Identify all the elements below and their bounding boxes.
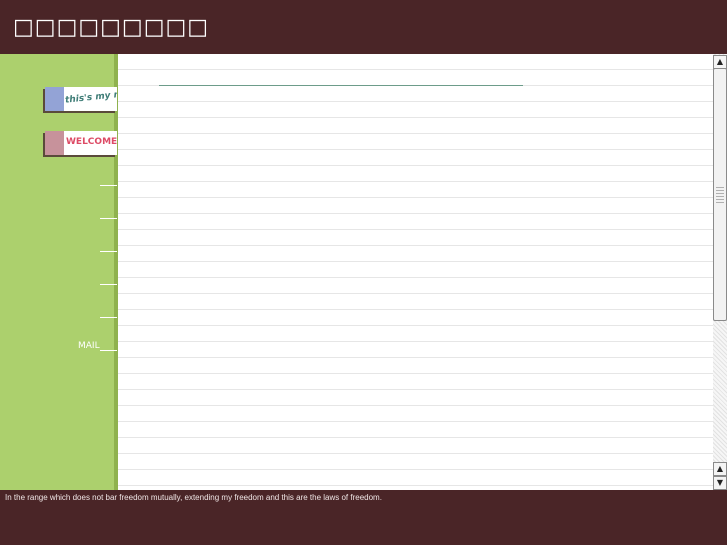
arrow-down-icon[interactable]: ▼ — [713, 476, 727, 490]
nav-link-mail[interactable]: MAIL — [78, 340, 100, 352]
sidebar — [0, 54, 114, 490]
tab-welcome[interactable]: WELCOME! — [45, 131, 117, 155]
grip-icon — [716, 187, 724, 203]
nav-link-mail-line[interactable] — [100, 350, 117, 351]
nav-link-1[interactable] — [100, 185, 117, 186]
site-title: □□□□□□□□□ — [13, 15, 210, 40]
tab-label: this's my note — [64, 88, 117, 106]
tab-swatch — [45, 87, 64, 111]
footer: In the range which does not bar freedom … — [0, 490, 727, 545]
title-rule — [159, 85, 523, 86]
tab-my-note[interactable]: this's my note — [45, 87, 117, 111]
nav-link-2[interactable] — [100, 218, 117, 219]
nav-link-3[interactable] — [100, 251, 117, 252]
tab-swatch — [45, 131, 64, 155]
nav-link-5[interactable] — [100, 317, 117, 318]
tab-label: WELCOME! — [66, 137, 117, 147]
note-content — [118, 54, 713, 490]
arrow-up-icon[interactable]: ▲ — [713, 55, 727, 69]
nav-link-4[interactable] — [100, 284, 117, 285]
vertical-scrollbar[interactable]: ▲ ▲ ▼ — [713, 54, 727, 490]
header: □□□□□□□□□ — [0, 0, 727, 54]
arrow-up-icon[interactable]: ▲ — [713, 462, 727, 476]
footer-text: In the range which does not bar freedom … — [5, 493, 382, 502]
scrollbar-thumb[interactable] — [713, 68, 727, 321]
